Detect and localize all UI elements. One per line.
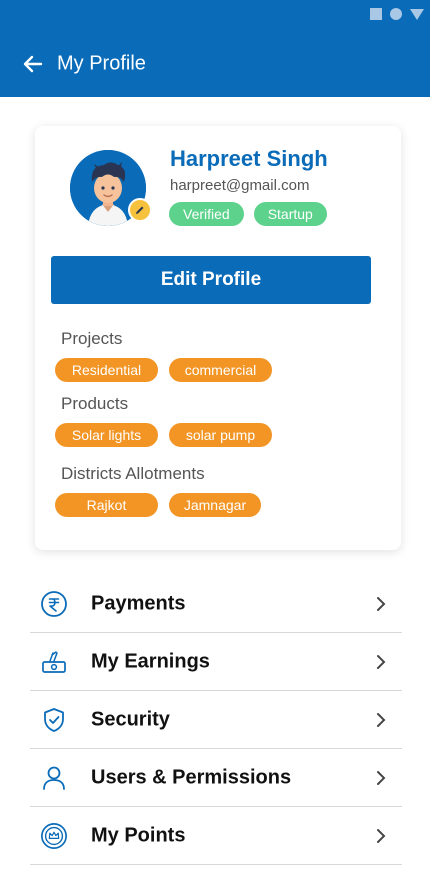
projects-label: Projects — [61, 329, 123, 348]
chip-jamnagar: Jamnagar — [169, 493, 261, 517]
status-bar — [0, 0, 430, 30]
edit-pencil-icon[interactable] — [128, 198, 152, 222]
profile-menu: Payments My Earnings Security Users & Pe… — [30, 575, 402, 865]
profile-email: harpreet@gmail.com — [170, 177, 310, 194]
menu-item-payments[interactable]: Payments — [30, 575, 402, 633]
back-arrow-icon[interactable] — [20, 51, 46, 77]
chip-residential: Residential — [55, 358, 158, 382]
products-label: Products — [61, 394, 129, 413]
earnings-icon — [40, 648, 68, 676]
menu-label-points: My Points — [91, 824, 186, 846]
menu-label-users-permissions: Users & Permissions — [91, 766, 292, 788]
districts-label: Districts Allotments — [61, 464, 205, 483]
menu-label-payments: Payments — [91, 592, 186, 614]
menu-item-earnings[interactable]: My Earnings — [30, 633, 402, 691]
triangle-icon — [410, 8, 424, 20]
points-icon — [40, 822, 68, 850]
profile-name: Harpreet Singh — [170, 146, 328, 171]
chip-solar-lights: Solar lights — [55, 423, 158, 447]
chevron-right-icon — [377, 770, 386, 785]
chip-solar-pump: solar pump — [169, 423, 272, 447]
app-bar: My Profile — [0, 30, 430, 97]
verified-badge: Verified — [169, 202, 244, 226]
rupee-icon — [40, 590, 68, 618]
edit-profile-button[interactable]: Edit Profile — [51, 256, 371, 304]
circle-icon — [390, 8, 402, 20]
chevron-right-icon — [377, 596, 386, 611]
chip-commercial: commercial — [169, 358, 272, 382]
menu-item-security[interactable]: Security — [30, 691, 402, 749]
page-title: My Profile — [57, 52, 146, 74]
chip-rajkot: Rajkot — [55, 493, 158, 517]
startup-badge: Startup — [253, 202, 327, 226]
districts-chips: Rajkot Jamnagar — [55, 493, 261, 517]
user-icon — [40, 764, 68, 792]
menu-label-security: Security — [91, 708, 170, 730]
chevron-right-icon — [377, 654, 386, 669]
profile-card: Harpreet Singh harpreet@gmail.com Verifi… — [35, 126, 401, 550]
status-badges: Verified Startup — [169, 202, 327, 226]
square-icon — [370, 8, 382, 20]
chevron-right-icon — [377, 828, 386, 843]
status-icons — [370, 8, 424, 20]
menu-label-earnings: My Earnings — [91, 650, 210, 672]
chevron-right-icon — [377, 712, 386, 727]
products-chips: Solar lights solar pump — [55, 423, 272, 447]
menu-item-points[interactable]: My Points — [30, 807, 402, 865]
projects-chips: Residential commercial — [55, 358, 272, 382]
menu-item-users-permissions[interactable]: Users & Permissions — [30, 749, 402, 807]
shield-icon — [40, 706, 68, 734]
